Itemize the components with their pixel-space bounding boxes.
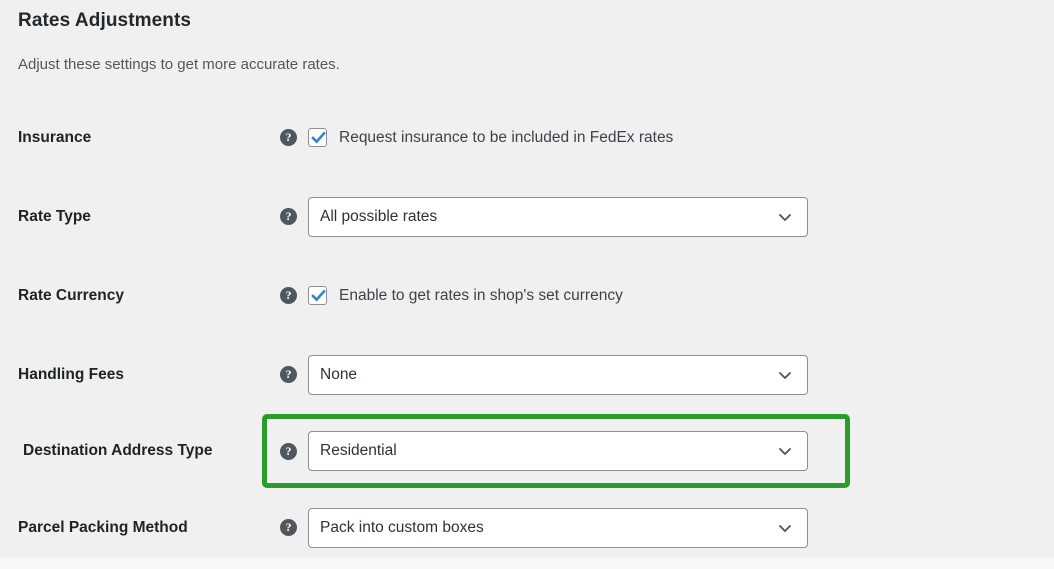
page-title: Rates Adjustments (18, 10, 192, 31)
parcel-packing-method-select[interactable]: Pack into custom boxes (308, 507, 808, 548)
help-icon[interactable]: ? (280, 287, 297, 304)
rate-type-select[interactable]: All possible rates (308, 196, 808, 237)
setting-label-handling-fees: Handling Fees (18, 365, 124, 383)
setting-row-insurance: Insurance ? Request insurance to be incl… (0, 98, 1054, 177)
insurance-checkbox-label[interactable]: Request insurance to be included in FedE… (339, 129, 673, 147)
destination-address-type-select[interactable]: Residential (308, 431, 808, 471)
rates-adjustments-panel: Rates Adjustments Adjust these settings … (0, 0, 1054, 569)
setting-label-parcel-packing-method: Parcel Packing Method (18, 518, 188, 536)
setting-field-rate-currency: ? Enable to get rates in shop's set curr… (262, 286, 1054, 305)
setting-label-rate-type: Rate Type (18, 207, 91, 225)
page-description: Adjust these settings to get more accura… (18, 56, 340, 73)
setting-row-rate-type: Rate Type ? All possible rates (0, 177, 1054, 256)
destination-address-type-select-value: Residential (320, 442, 397, 459)
setting-field-insurance: ? Request insurance to be included in Fe… (262, 128, 1054, 147)
setting-row-parcel-packing-method: Parcel Packing Method ? Pack into custom… (0, 488, 1054, 567)
setting-field-destination-address-type: ? Residential (267, 431, 845, 471)
setting-label-rate-currency: Rate Currency (18, 286, 124, 304)
insurance-checkbox[interactable] (308, 128, 327, 147)
chevron-down-icon (779, 213, 791, 221)
handling-fees-select-value: None (320, 365, 358, 383)
rate-currency-checkbox-label[interactable]: Enable to get rates in shop's set curren… (339, 287, 623, 305)
setting-field-parcel-packing-method: ? Pack into custom boxes (262, 507, 1054, 548)
check-icon (311, 131, 326, 144)
settings-form: Insurance ? Request insurance to be incl… (0, 98, 1054, 567)
chevron-down-icon (779, 524, 791, 532)
help-icon[interactable]: ? (280, 208, 297, 225)
help-icon[interactable]: ? (280, 129, 297, 146)
setting-label-insurance: Insurance (18, 128, 92, 146)
check-icon (311, 289, 326, 302)
parcel-packing-method-select-value: Pack into custom boxes (320, 518, 484, 536)
rate-currency-checkbox[interactable] (308, 286, 327, 305)
handling-fees-select[interactable]: None (308, 354, 808, 395)
setting-row-destination-address-type: Destination Address Type ? Residential (23, 414, 850, 488)
chevron-down-icon (779, 371, 791, 379)
setting-row-handling-fees: Handling Fees ? None (0, 335, 1054, 414)
rate-type-select-value: All possible rates (320, 207, 438, 225)
panel-bottom-divider (0, 557, 1054, 569)
setting-field-rate-type: ? All possible rates (262, 196, 1054, 237)
help-icon[interactable]: ? (280, 366, 297, 383)
help-icon[interactable]: ? (280, 442, 297, 460)
setting-field-handling-fees: ? None (262, 354, 1054, 395)
setting-row-rate-currency: Rate Currency ? Enable to get rates in s… (0, 256, 1054, 335)
setting-label-destination-address-type: Destination Address Type (23, 442, 213, 459)
chevron-down-icon (779, 448, 791, 455)
help-icon[interactable]: ? (280, 519, 297, 536)
